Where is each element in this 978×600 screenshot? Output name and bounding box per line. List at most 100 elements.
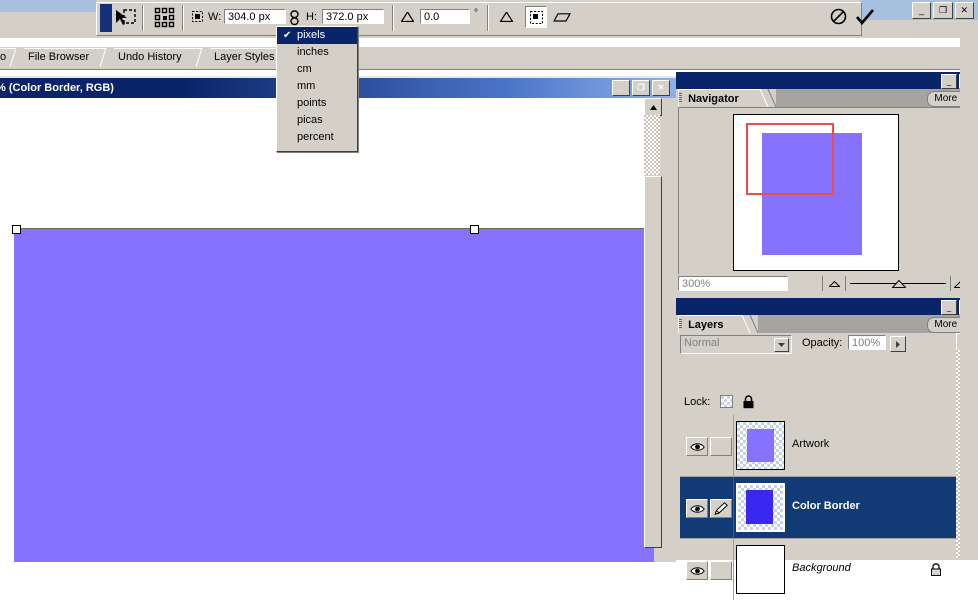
transform-handle[interactable] <box>470 225 479 234</box>
navigator-tab-label: Navigator <box>688 93 739 105</box>
transform-bounds-top <box>14 228 654 229</box>
palette-tab-label: File Browser <box>28 51 90 63</box>
navigator-view-box[interactable] <box>746 123 834 195</box>
lock-all-icon[interactable] <box>742 395 755 412</box>
lock-icon <box>930 563 942 579</box>
document-window-controls: _ ❐ ✕ <box>612 80 670 96</box>
navigator-tab[interactable]: Navigator <box>678 89 761 108</box>
canvas-area[interactable] <box>0 98 654 562</box>
window-minimize-button[interactable]: _ <box>912 2 932 19</box>
commit-transform-icon[interactable] <box>856 9 874 28</box>
warp-mode-icon[interactable] <box>525 6 547 28</box>
palette-tab-label: Undo History <box>118 51 182 63</box>
options-bar: W: 304.0 px H: 372.0 px 0.0 ° _ ❐ ✕ <box>0 0 978 38</box>
document-maximize-button[interactable]: ❐ <box>632 80 650 96</box>
scrollbar-thumb[interactable] <box>644 176 662 548</box>
scroll-up-arrow[interactable] <box>644 98 662 116</box>
palette-tab-label: Layer Styles <box>214 51 275 63</box>
height-input[interactable]: 372.0 px <box>322 9 384 24</box>
menu-item-percent[interactable]: percent <box>277 129 357 146</box>
degree-label: ° <box>474 8 478 19</box>
blend-mode-select[interactable]: Normal <box>680 335 792 354</box>
opacity-input[interactable]: 100% <box>848 335 886 350</box>
palette-tab-label: o <box>0 51 7 63</box>
layer-row-background[interactable]: Background <box>680 539 974 600</box>
scrollbar-track[interactable] <box>644 115 660 175</box>
layers-more-label: More <box>934 319 958 330</box>
brush-icon[interactable] <box>710 499 732 518</box>
menu-item-label: cm <box>297 63 312 75</box>
artwork-layer-rectangle[interactable] <box>14 228 654 562</box>
layer-name[interactable]: Color Border <box>792 500 860 512</box>
menu-item-points[interactable]: points <box>277 95 357 112</box>
menu-item-mm[interactable]: mm <box>277 78 357 95</box>
layer-link-slot[interactable] <box>710 561 732 580</box>
menu-item-picas[interactable]: picas <box>277 112 357 129</box>
cancel-transform-icon[interactable] <box>830 8 847 28</box>
eye-icon[interactable] <box>686 437 708 456</box>
units-dropdown-menu[interactable]: ✔ pixels inches cm mm points picas perce… <box>276 26 358 152</box>
chevron-down-icon[interactable] <box>774 338 789 352</box>
eye-icon[interactable] <box>686 561 708 580</box>
angle-input[interactable]: 0.0 <box>420 9 470 24</box>
menu-item-cm[interactable]: cm <box>277 61 357 78</box>
opacity-flyout-button[interactable] <box>890 336 906 352</box>
opacity-label: Opacity: <box>802 337 843 349</box>
menu-item-pixels[interactable]: ✔ pixels <box>277 27 357 44</box>
navigator-zoom-input[interactable]: 300% <box>678 276 788 291</box>
titlebar-stripe-left <box>0 0 96 12</box>
lock-transparent-pixels-icon[interactable] <box>720 395 733 408</box>
width-icon <box>192 11 203 25</box>
navigator-palette: _ ✕ Navigator More ▸ 300% <box>676 72 978 300</box>
layer-row-color-border[interactable]: Color Border <box>680 477 974 538</box>
layers-tab[interactable]: Layers <box>678 315 743 334</box>
layer-thumbnail[interactable] <box>736 421 785 470</box>
active-tool-indicator <box>100 4 112 32</box>
navigator-title-bar[interactable]: _ ✕ <box>676 72 978 89</box>
zoom-slider[interactable] <box>848 276 948 291</box>
eye-icon[interactable] <box>686 499 708 518</box>
canvas-vertical-scrollbar[interactable] <box>644 98 662 548</box>
document-minimize-button[interactable]: _ <box>612 80 630 96</box>
layer-thumbnail[interactable] <box>736 483 785 532</box>
menu-item-inches[interactable]: inches <box>277 44 357 61</box>
layer-row-artwork[interactable]: Artwork <box>680 415 974 476</box>
navigator-preview-area[interactable] <box>678 107 975 274</box>
transform-handle[interactable] <box>12 225 21 234</box>
navigator-proxy-preview[interactable] <box>733 114 899 271</box>
window-controls: _ ❐ ✕ <box>912 2 974 19</box>
skew-vertical-icon[interactable] <box>552 13 572 25</box>
height-label: H: <box>306 11 317 23</box>
layer-name[interactable]: Background <box>792 562 851 574</box>
layers-palette: _ ✕ Layers More ▸ Normal Opacity: 100% <box>676 298 978 600</box>
width-input[interactable]: 304.0 px <box>224 9 286 24</box>
layers-minimize-button[interactable]: _ <box>941 300 957 315</box>
angle-icon <box>400 10 415 25</box>
document-close-button[interactable]: ✕ <box>652 80 670 96</box>
menu-item-label: percent <box>297 131 334 143</box>
layers-title-bar[interactable]: _ ✕ <box>676 298 978 315</box>
layers-tab-slash <box>742 315 758 333</box>
window-restore-button[interactable]: ❐ <box>933 2 953 19</box>
grip-icon <box>679 93 682 103</box>
layer-thumbnail[interactable] <box>736 545 785 594</box>
menu-item-label: picas <box>297 114 323 126</box>
menu-item-label: pixels <box>297 29 326 41</box>
skew-horizontal-icon[interactable] <box>499 10 514 25</box>
menu-item-label: points <box>297 97 327 109</box>
zoom-out-triangle-icon[interactable] <box>822 276 846 291</box>
lock-row: Lock: <box>684 393 974 411</box>
reference-point-icon[interactable] <box>152 5 178 31</box>
layer-name[interactable]: Artwork <box>792 438 829 450</box>
layer-link-slot[interactable] <box>710 437 732 456</box>
blend-mode-value: Normal <box>684 337 720 349</box>
checkmark-icon: ✔ <box>283 30 292 41</box>
right-edge-filler <box>960 38 978 560</box>
document-title: % (Color Border, RGB) <box>0 82 114 94</box>
move-transform-icon[interactable] <box>112 5 138 31</box>
width-label: W: <box>208 11 222 23</box>
palette-tab-bar: o File Browser Undo History Layer Styles <box>0 46 978 70</box>
window-close-button[interactable]: ✕ <box>954 2 974 19</box>
navigator-minimize-button[interactable]: _ <box>941 74 957 89</box>
menu-item-label: mm <box>297 80 316 92</box>
